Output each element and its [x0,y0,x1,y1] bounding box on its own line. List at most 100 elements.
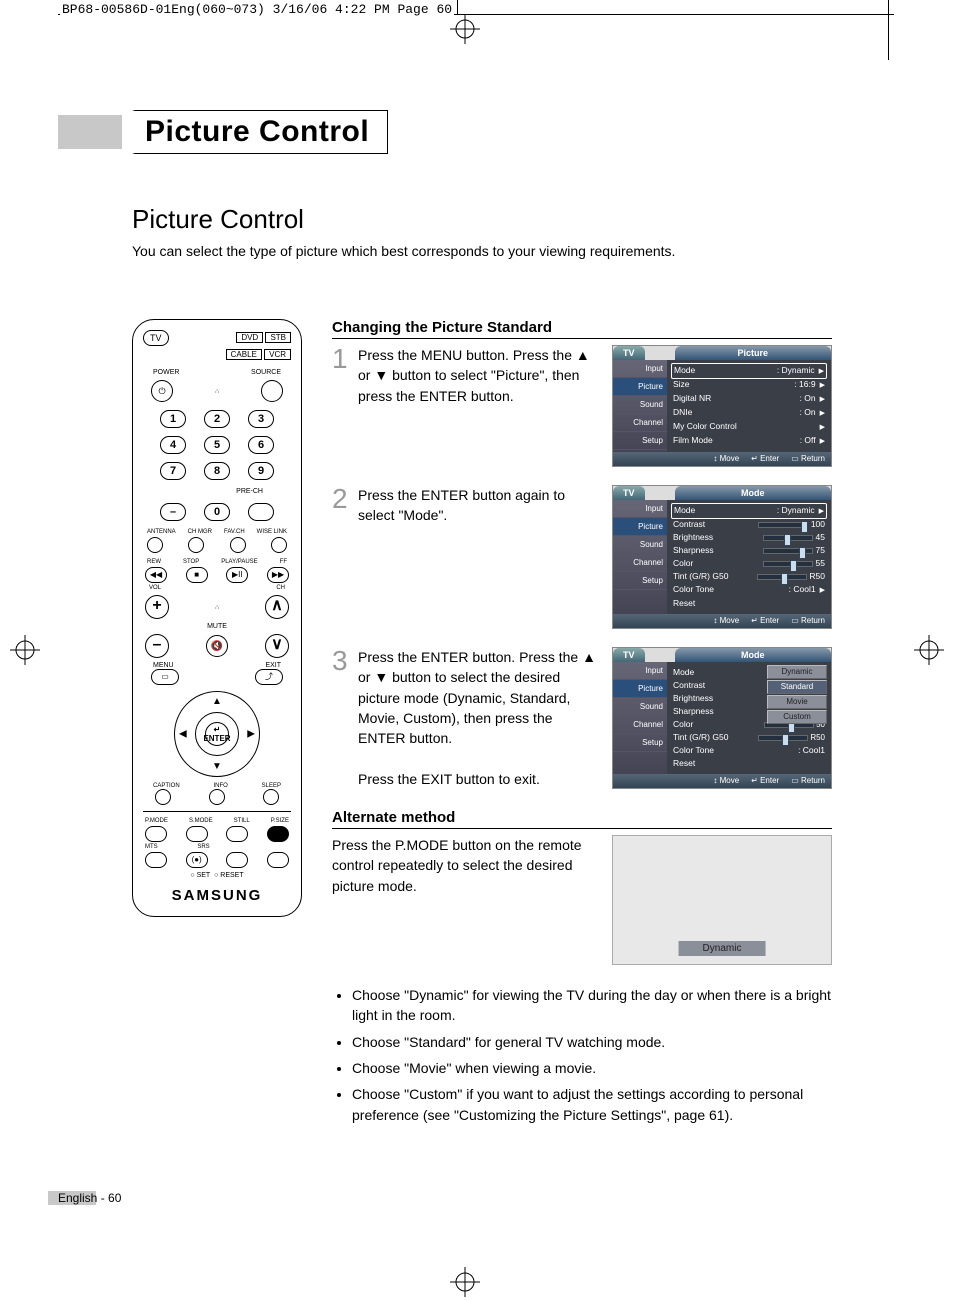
remote-num-6: 6 [248,436,274,454]
remote-antenna-label: ANTENNA [147,529,176,535]
remote-caption-label: CAPTION [153,783,180,789]
bullet-list: Choose "Dynamic" for viewing the TV duri… [332,985,832,1125]
remote-num-2: 2 [204,410,230,428]
remote-num-9: 9 [248,462,274,480]
remote-smode-label: S.MODE [189,818,213,824]
osd-screenshot-3: TVMode InputPictureSoundChannelSetup Mod… [612,647,832,789]
bullet-item: Choose "Standard" for general TV watchin… [352,1032,832,1052]
osd-side-setup: Setup [613,432,667,450]
remote-psize-btn [267,826,289,842]
osd-screenshot-2: TVMode InputPictureSoundChannelSetup Mod… [612,485,832,629]
remote-ff-label: FF [280,559,287,565]
dropdown-custom: Custom [767,710,827,724]
osd-sidebar: Input Picture Sound Channel Setup [613,360,667,452]
remote-stb-btn: STB [265,332,291,343]
remote-set-label: SET [197,872,211,879]
page-title-bar: Picture Control [132,110,832,154]
remote-vol-label: VOL [149,585,161,591]
remote-rew-label: REW [147,559,161,565]
osd-tv-tab: TV [613,486,645,500]
osd-side-picture: Picture [613,378,667,396]
osd-pmode-popup: Dynamic [679,941,766,956]
remote-pmode-label: P.MODE [145,818,168,824]
remote-srs-label: SRS [197,844,209,850]
remote-source-label: SOURCE [251,369,281,376]
remote-num-7: 7 [160,462,186,480]
remote-chmgr-label: CH MGR [188,529,212,535]
step-number: 3 [332,647,352,789]
title-gray-block [58,115,122,149]
remote-ff-btn: ▶▶ [267,567,289,583]
remote-brand: SAMSUNG [143,887,291,904]
osd-tv-tab: TV [613,346,645,360]
remote-ch-down: ∨ [265,634,289,658]
registration-mark [10,635,40,665]
remote-wiselink-label: WISE LINK [257,529,287,535]
osd-side-sound: Sound [613,396,667,414]
dropdown-dynamic: Dynamic [767,665,827,679]
page-footer: English - 60 [58,1191,121,1205]
registration-mark [450,14,480,44]
step-number: 1 [332,345,352,467]
vrule [888,0,889,60]
remote-reset-label: RESET [220,872,243,879]
remote-mts-label: MTS [145,844,158,850]
remote-mute-label: MUTE [143,623,291,630]
bullet-item: Choose "Custom" if you want to adjust th… [352,1084,832,1125]
osd-screenshot-4: Dynamic [612,835,832,965]
remote-prech-label: PRE-CH [143,488,291,495]
remote-enter-btn: ↵ENTER [205,722,229,746]
dropdown-standard: Standard [767,680,827,694]
remote-num-4: 4 [160,436,186,454]
remote-dash-btn: – [160,503,186,521]
print-slug: BP68-00586D-01Eng(060~073) 3/16/06 4:22 … [60,2,454,17]
remote-exit-label: EXIT [265,662,281,669]
osd-sidebar: InputPictureSoundChannelSetup [613,500,667,614]
remote-play-btn: ▶II [226,567,248,583]
remote-num-3: 3 [248,410,274,428]
osd-title: Picture [675,346,831,360]
step-text: Press the ENTER button again to select "… [358,485,600,629]
dropdown-movie: Movie [767,695,827,709]
bullet-item: Choose "Movie" when viewing a movie. [352,1058,832,1078]
section-subtitle: Picture Control [132,204,832,235]
remote-rew-btn: ◀◀ [145,567,167,583]
remote-prech-btn [248,503,274,521]
bullet-item: Choose "Dynamic" for viewing the TV duri… [352,985,832,1026]
remote-antenna-btn [147,537,163,553]
osd-side-channel: Channel [613,414,667,432]
remote-color-btn [226,852,248,868]
remote-num-5: 5 [204,436,230,454]
remote-cable-btn: CABLE [226,349,262,360]
page-title: Picture Control [132,110,388,154]
remote-sleep-btn [263,789,279,805]
osd-screenshot-1: TV Picture Input Picture Sound Channel Se… [612,345,832,467]
remote-num-0: 0 [204,503,230,521]
remote-num-1: 1 [160,410,186,428]
remote-exit-btn: ⤴ [255,669,283,685]
remote-tv-btn: TV [143,330,169,346]
remote-dvd-btn: DVD [236,332,263,343]
remote-stop-label: STOP [183,559,199,565]
remote-smode-btn [186,826,208,842]
section-heading-2: Alternate method [332,809,832,829]
remote-caption-btn [155,789,171,805]
remote-power-label: POWER [153,369,179,376]
remote-vol-down: – [145,634,169,658]
remote-still-label: STILL [234,818,250,824]
remote-vcr-btn: VCR [264,349,291,360]
alternate-text: Press the P.MODE button on the remote co… [332,835,600,965]
remote-ch-up: ∧ [265,595,289,619]
step-number: 2 [332,485,352,629]
remote-vol-up: + [145,595,169,619]
registration-mark [450,1267,480,1297]
remote-source-btn [261,380,283,402]
remote-control-illustration: TV DVD STB CABLE VCR POWERSOURCE ⏻∴ 123 … [132,319,302,917]
osd-title: Mode [675,486,831,500]
step-text: Press the MENU button. Press the ▲ or ▼ … [358,345,600,467]
section-heading-1: Changing the Picture Standard [332,319,832,339]
registration-mark [914,635,944,665]
remote-pmode-btn [145,826,167,842]
remote-stop-btn: ■ [186,567,208,583]
remote-info-btn [209,789,225,805]
